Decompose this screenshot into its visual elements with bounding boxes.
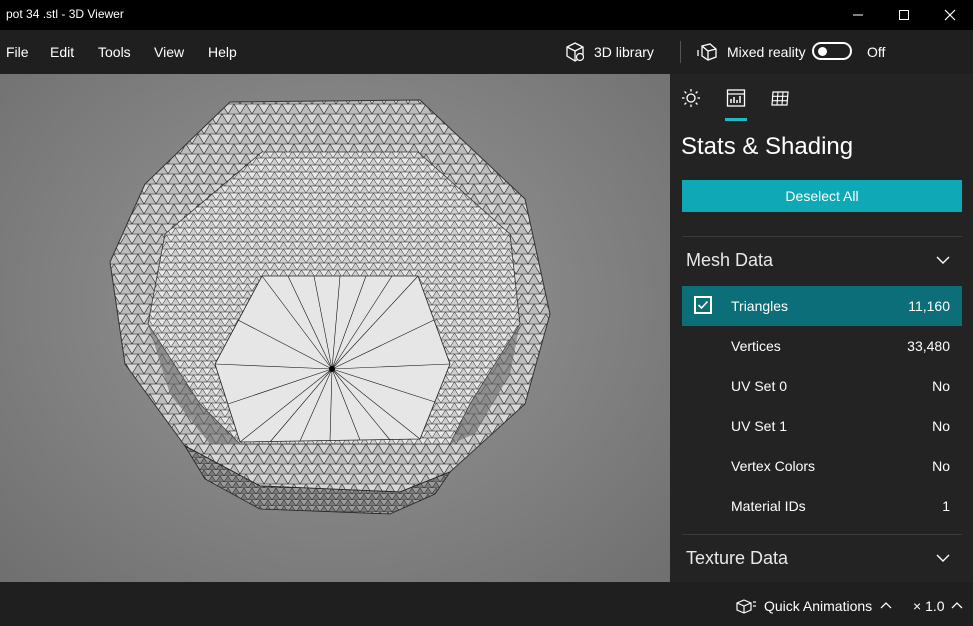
3d-viewport[interactable]	[0, 74, 670, 582]
stat-label: Triangles	[731, 298, 789, 314]
3d-library-button[interactable]: 3D library	[564, 41, 654, 63]
tab-grid[interactable]	[768, 86, 792, 110]
maximize-icon	[899, 10, 909, 20]
menu-file[interactable]: File	[6, 44, 29, 60]
checkmark-icon	[697, 300, 709, 310]
stat-value: No	[932, 378, 950, 394]
title-bar: pot 34 .stl - 3D Viewer	[0, 0, 973, 30]
stat-row-vertices[interactable]: Vertices 33,480	[682, 326, 962, 366]
deselect-all-button[interactable]: Deselect All	[682, 180, 962, 212]
tab-stats-shading[interactable]	[724, 86, 748, 110]
mixed-reality-button[interactable]: Mixed reality	[697, 41, 806, 63]
stat-label: Material IDs	[731, 498, 806, 514]
chevron-down-icon	[936, 256, 950, 264]
stat-row-uv-set-1[interactable]: UV Set 1 No	[682, 406, 962, 446]
mesh-data-chevron[interactable]	[935, 252, 951, 273]
quick-animations-button[interactable]: Quick Animations	[736, 598, 892, 614]
stat-label: Vertices	[731, 338, 781, 354]
stat-row-uv-set-0[interactable]: UV Set 0 No	[682, 366, 962, 406]
3d-library-label: 3D library	[594, 44, 654, 60]
menu-edit[interactable]: Edit	[50, 44, 74, 60]
minimize-button[interactable]	[835, 0, 881, 30]
cube-icon	[566, 42, 585, 62]
mixed-reality-icon	[697, 43, 717, 61]
window-title: pot 34 .stl - 3D Viewer	[6, 7, 124, 21]
active-tab-indicator	[725, 118, 747, 121]
panel-title: Stats & Shading	[681, 133, 854, 160]
mixed-reality-state: Off	[867, 44, 886, 60]
toggle-knob	[818, 47, 827, 56]
toolbar-separator	[680, 41, 681, 63]
section-divider	[682, 534, 962, 535]
stat-row-triangles[interactable]: Triangles 11,160	[682, 286, 962, 326]
close-button[interactable]	[927, 0, 973, 30]
stat-label: UV Set 0	[731, 378, 788, 394]
stat-value: No	[932, 458, 950, 474]
stat-value: 33,480	[907, 338, 950, 354]
mesh-model	[109, 99, 551, 515]
close-icon	[944, 9, 956, 21]
section-divider	[682, 236, 962, 237]
chevron-up-icon	[951, 602, 962, 609]
stat-row-material-ids[interactable]: Material IDs 1	[682, 486, 962, 526]
quick-animations-label: Quick Animations	[764, 598, 873, 614]
playback-speed-button[interactable]: × 1.0	[913, 598, 963, 614]
tab-environment[interactable]	[679, 86, 703, 110]
stat-label: Vertex Colors	[731, 458, 816, 474]
playback-speed-value: × 1.0	[913, 598, 945, 614]
stat-value: 11,160	[908, 298, 950, 314]
grid-icon	[771, 91, 789, 106]
stat-label: UV Set 1	[731, 418, 788, 434]
menu-help[interactable]: Help	[208, 44, 237, 60]
menu-view[interactable]: View	[154, 44, 184, 60]
mesh-data-header[interactable]: Mesh Data	[686, 250, 773, 271]
mixed-reality-toggle[interactable]	[812, 42, 852, 60]
maximize-button[interactable]	[881, 0, 927, 30]
mixed-reality-label: Mixed reality	[727, 44, 806, 60]
animation-icon	[736, 599, 756, 614]
texture-data-chevron[interactable]	[935, 550, 951, 571]
stats-icon	[726, 89, 746, 107]
menu-tools[interactable]: Tools	[98, 44, 131, 60]
chevron-down-icon	[936, 554, 950, 562]
stat-value: 1	[942, 498, 950, 514]
texture-data-header[interactable]: Texture Data	[686, 548, 788, 569]
stat-row-vertex-colors[interactable]: Vertex Colors No	[682, 446, 962, 486]
stat-value: No	[932, 418, 950, 434]
chevron-up-icon	[880, 602, 892, 609]
sun-icon	[682, 89, 700, 107]
triangles-checkbox[interactable]	[694, 296, 712, 314]
minimize-icon	[853, 14, 863, 16]
